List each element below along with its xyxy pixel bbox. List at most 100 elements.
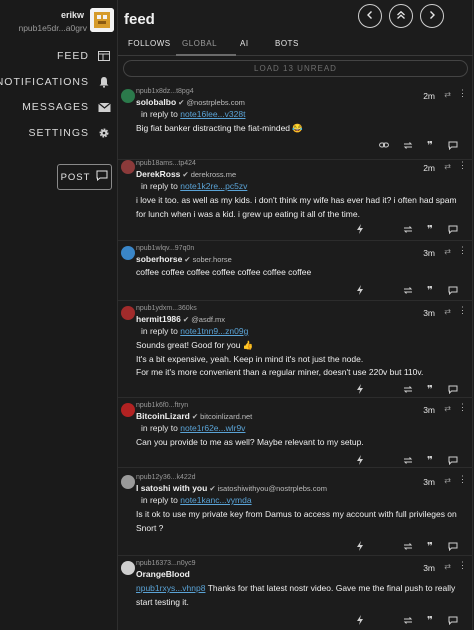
back-button[interactable] — [358, 4, 382, 28]
author-name: BitcoinLizard — [136, 411, 190, 421]
note-npub: npub18ams...tp424 — [136, 160, 196, 167]
reply-link[interactable]: note16lee...v328t — [180, 109, 245, 119]
avatar[interactable] — [121, 89, 135, 103]
avatar[interactable] — [121, 306, 135, 320]
scroll-top-button[interactable] — [389, 4, 413, 28]
post-button[interactable]: POST — [57, 164, 112, 190]
note-author[interactable]: soberhorse ✔ sober.horse — [136, 254, 232, 264]
avatar[interactable] — [121, 475, 135, 489]
avatar[interactable] — [121, 561, 135, 575]
nip05-verified-icon: ✔ — [178, 98, 185, 107]
reply-prefix: in reply to — [141, 495, 178, 505]
note-card[interactable]: npub12y36...k422d I satoshi with you ✔ isa… — [118, 470, 473, 556]
note-card[interactable]: npub1k6f0...ftryn BitcoinLizard ✔ bitcoinl… — [118, 398, 473, 468]
reply-link[interactable]: note1k2re...pc5zv — [180, 181, 247, 191]
note-body: npub1rxys...vhnp8 Thanks for that latest… — [136, 582, 463, 609]
reply-prefix: in reply to — [141, 326, 178, 336]
post-button-label: POST — [60, 171, 91, 183]
note-author[interactable]: DerekRoss ✔ derekross.me — [136, 169, 236, 179]
quote-icon[interactable]: ❞ — [424, 223, 436, 236]
note-card[interactable]: npub18ams...tp424 DerekRoss ✔ derekross.me… — [118, 155, 473, 241]
repost-indicator-icon: ⇄ — [444, 307, 451, 316]
load-unread-button[interactable]: LOAD 13 UNREAD — [123, 60, 468, 77]
zap-icon[interactable] — [354, 454, 366, 466]
mention-link[interactable]: npub1rxys...vhnp8 — [136, 583, 205, 593]
reply-icon[interactable] — [447, 284, 459, 296]
account-switcher[interactable]: erikw npub1e5dr...a0grv — [0, 8, 118, 38]
avatar[interactable] — [121, 403, 135, 417]
note-actions: ❞ — [118, 540, 473, 553]
note-author[interactable]: hermit1986 ✔ @asdf.mx — [136, 314, 225, 324]
repost-icon[interactable] — [402, 383, 414, 395]
tab-follows[interactable]: FOLLOWS — [128, 39, 171, 48]
link-icon[interactable] — [378, 139, 390, 151]
reply-icon[interactable] — [447, 540, 459, 552]
reply-link[interactable]: note1tnn9...zn09g — [180, 326, 248, 336]
zap-icon[interactable] — [354, 223, 366, 235]
quote-icon[interactable]: ❞ — [424, 284, 436, 297]
note-npub: npub12y36...k422d — [136, 474, 196, 481]
in-reply-to: in reply to note1r62e...wlr9v — [141, 423, 245, 433]
more-options-icon[interactable]: ⋮ — [458, 88, 467, 99]
sidebar-item-feed[interactable]: FEED — [0, 47, 111, 65]
note-author[interactable]: solobalbo ✔ @nostrplebs.com — [136, 97, 245, 107]
more-options-icon[interactable]: ⋮ — [458, 474, 467, 485]
quote-icon[interactable]: ❞ — [424, 383, 436, 396]
repost-icon[interactable] — [402, 223, 414, 235]
note-author[interactable]: OrangeBlood — [136, 569, 190, 579]
reply-icon[interactable] — [447, 614, 459, 626]
forward-button[interactable] — [420, 4, 444, 28]
avatar[interactable] — [121, 246, 135, 260]
repost-icon[interactable] — [402, 614, 414, 626]
tab-bots[interactable]: BOTS — [275, 39, 299, 48]
tab-global[interactable]: GLOBAL — [182, 39, 217, 48]
author-name: I satoshi with you — [136, 483, 208, 493]
more-options-icon[interactable]: ⋮ — [458, 160, 467, 171]
more-options-icon[interactable]: ⋮ — [458, 245, 467, 256]
quote-icon[interactable]: ❞ — [424, 139, 436, 152]
sidebar-item-label: NOTIFICATIONS — [0, 76, 89, 88]
sidebar-item-settings[interactable]: SETTINGS — [0, 124, 111, 142]
more-options-icon[interactable]: ⋮ — [458, 305, 467, 316]
note-npub: npub1ydxm...360ks — [136, 305, 197, 312]
repost-icon[interactable] — [402, 540, 414, 552]
reply-icon[interactable] — [447, 454, 459, 466]
avatar[interactable] — [90, 8, 114, 32]
note-time: 3m — [423, 563, 435, 573]
reply-prefix: in reply to — [141, 423, 178, 433]
avatar[interactable] — [121, 160, 135, 174]
reply-icon[interactable] — [447, 139, 459, 151]
zap-icon[interactable] — [354, 540, 366, 552]
reply-link[interactable]: note1kanc...vymda — [180, 495, 251, 505]
repost-icon[interactable] — [402, 454, 414, 466]
quote-icon[interactable]: ❞ — [424, 614, 436, 627]
note-author[interactable]: BitcoinLizard ✔ bitcoinlizard.net — [136, 411, 252, 421]
note-author[interactable]: I satoshi with you ✔ isatoshiwithyou@nostr… — [136, 483, 327, 493]
note-card[interactable]: npub1ydxm...360ks hermit1986 ✔ @asdf.mx 3m… — [118, 301, 473, 398]
reply-link[interactable]: note1r62e...wlr9v — [180, 423, 245, 433]
sidebar-item-messages[interactable]: MESSAGES — [0, 98, 111, 116]
note-actions: ❞ — [118, 284, 473, 297]
zap-icon[interactable] — [354, 284, 366, 296]
account-npub: npub1e5dr...a0grv — [18, 23, 87, 33]
zap-icon[interactable] — [354, 383, 366, 395]
note-body: i love it too. as well as my kids. i don… — [136, 194, 463, 221]
note-card[interactable]: npub16373...n0yc9 OrangeBlood 3m ⇄ ⋮ npu… — [118, 556, 473, 630]
note-card[interactable]: npub1wlqv...97q0n soberhorse ✔ sober.horse… — [118, 241, 473, 301]
tab-ai[interactable]: AI — [240, 39, 249, 48]
repost-icon[interactable] — [402, 139, 414, 151]
quote-icon[interactable]: ❞ — [424, 454, 436, 467]
note-time: 3m — [423, 405, 435, 415]
sidebar-item-notifications[interactable]: NOTIFICATIONS — [0, 73, 111, 91]
note-npub: npub1wlqv...97q0n — [136, 245, 195, 252]
nip05-label: @asdf.mx — [191, 315, 226, 324]
quote-icon[interactable]: ❞ — [424, 540, 436, 553]
repost-icon[interactable] — [402, 284, 414, 296]
zap-icon[interactable] — [354, 614, 366, 626]
note-card[interactable]: npub1x8dz...t8pg4 solobalbo ✔ @nostrplebs.… — [118, 82, 473, 160]
more-options-icon[interactable]: ⋮ — [458, 560, 467, 571]
more-options-icon[interactable]: ⋮ — [458, 402, 467, 413]
reply-icon[interactable] — [447, 383, 459, 395]
note-actions: ❞ — [118, 139, 473, 152]
reply-icon[interactable] — [447, 223, 459, 235]
